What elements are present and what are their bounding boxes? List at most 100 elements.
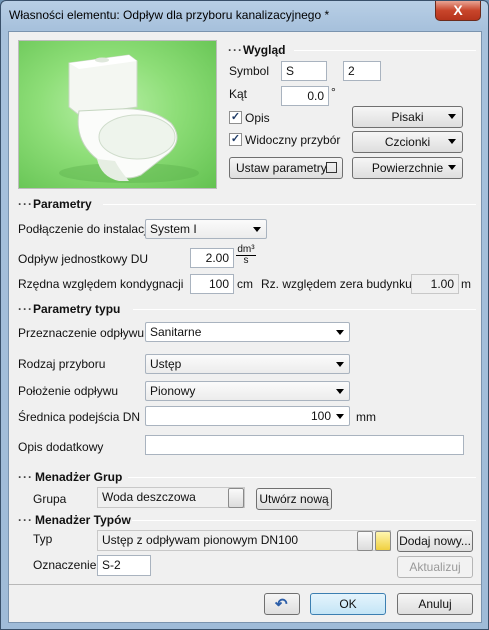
podlaczenie-label: Podłączenie do instalacji bbox=[18, 222, 150, 236]
section-title: Parametry bbox=[33, 197, 92, 211]
odplyw-unit: dm³ s bbox=[236, 245, 256, 266]
srednica-unit: mm bbox=[356, 410, 376, 424]
kat-input[interactable]: 0.0 bbox=[281, 86, 329, 106]
open-dialog-icon bbox=[326, 162, 337, 173]
aktualizuj-label: Aktualizuj bbox=[409, 560, 461, 574]
pisaki-label: Pisaki bbox=[391, 110, 424, 124]
opis-dodatkowy-input[interactable] bbox=[145, 435, 464, 455]
opis-checkbox[interactable]: ✓ bbox=[229, 111, 242, 124]
podlaczenie-select[interactable]: System I bbox=[145, 219, 267, 239]
pisaki-button[interactable]: Pisaki bbox=[352, 106, 463, 128]
typ-label: Typ bbox=[33, 532, 53, 546]
rzedna-input[interactable]: 100 bbox=[190, 274, 234, 294]
type-picker-icon[interactable] bbox=[357, 531, 373, 551]
section-divider bbox=[128, 477, 476, 478]
element-preview-image bbox=[18, 40, 217, 189]
polozenie-label: Położenie odpływu bbox=[18, 384, 119, 398]
rodzaj-label: Rodzaj przyboru bbox=[18, 357, 106, 371]
grupa-value: Woda deszczowa bbox=[102, 490, 196, 504]
rodzaj-select[interactable]: Ustęp bbox=[145, 354, 350, 374]
type-edit-icon[interactable] bbox=[375, 531, 391, 551]
utworz-nowa-button[interactable]: Utwórz nową bbox=[256, 488, 332, 510]
rz-zero-value: 1.00 bbox=[411, 274, 459, 294]
czcionki-label: Czcionki bbox=[384, 135, 431, 149]
przeznaczenie-label: Przeznaczenie odpływu bbox=[18, 326, 145, 340]
kat-unit: ° bbox=[331, 85, 336, 99]
toilet-icon bbox=[59, 54, 199, 183]
section-title: Parametry typu bbox=[33, 302, 121, 316]
section-title: Menadżer Grup bbox=[35, 470, 123, 484]
przeznaczenie-select[interactable]: Sanitarne bbox=[145, 322, 350, 342]
title-bar[interactable]: Własności elementu: Odpływ dla przyboru … bbox=[1, 1, 488, 31]
srednica-value: 100 bbox=[310, 409, 331, 423]
section-parametry-typu: ··· Parametry typu bbox=[18, 302, 476, 316]
section-title: Wygląd bbox=[243, 43, 286, 57]
odplyw-label: Odpływ jednostkowy DU bbox=[18, 252, 149, 266]
srednica-label: Średnica podejścia DN bbox=[18, 410, 141, 424]
rz-zero-unit: m bbox=[461, 277, 471, 291]
section-dots: ··· bbox=[18, 513, 33, 527]
undo-button[interactable]: ↶ bbox=[264, 593, 300, 615]
ok-button[interactable]: OK bbox=[310, 593, 386, 615]
section-wyglad: ··· Wygląd bbox=[228, 43, 476, 57]
ustaw-parametry-button[interactable]: Ustaw parametry bbox=[229, 157, 343, 179]
section-divider bbox=[103, 204, 476, 205]
odplyw-input[interactable]: 2.00 bbox=[190, 248, 234, 268]
podlaczenie-value: System I bbox=[150, 222, 197, 236]
rodzaj-value: Ustęp bbox=[150, 357, 182, 371]
grupa-label: Grupa bbox=[33, 492, 67, 506]
ustaw-parametry-label: Ustaw parametry bbox=[236, 161, 327, 175]
aktualizuj-button[interactable]: Aktualizuj bbox=[397, 556, 473, 578]
typ-field: Ustęp z odpływam pionowym DN100 bbox=[97, 530, 391, 551]
symbol-number-input[interactable]: 2 bbox=[343, 61, 381, 81]
rz-zero-label: Rz. względem zera budynku bbox=[261, 277, 412, 291]
srednica-select[interactable]: 100 bbox=[145, 406, 350, 426]
czcionki-button[interactable]: Czcionki bbox=[352, 131, 463, 153]
powierzchnie-label: Powierzchnie bbox=[371, 161, 444, 175]
typ-value: Ustęp z odpływam pionowym DN100 bbox=[102, 533, 299, 547]
section-dots: ··· bbox=[228, 43, 243, 57]
rzedna-label: Rzędna względem kondygnacji bbox=[18, 277, 184, 291]
group-picker-icon[interactable] bbox=[228, 488, 244, 508]
kat-label: Kąt bbox=[229, 87, 248, 101]
section-title: Menadżer Typów bbox=[35, 513, 131, 527]
footer-divider bbox=[9, 584, 481, 585]
anuluj-label: Anuluj bbox=[418, 597, 452, 611]
grupa-field: Woda deszczowa bbox=[97, 487, 245, 508]
section-divider bbox=[294, 50, 476, 51]
close-button[interactable]: X bbox=[435, 1, 481, 21]
powierzchnie-button[interactable]: Powierzchnie bbox=[352, 157, 463, 179]
section-divider bbox=[133, 309, 476, 310]
oznaczenie-input[interactable]: S-2 bbox=[97, 555, 151, 576]
section-divider bbox=[132, 520, 476, 521]
dodaj-nowy-label: Dodaj nowy... bbox=[399, 534, 471, 548]
chevron-down-icon bbox=[448, 114, 456, 119]
undo-icon: ↶ bbox=[275, 596, 288, 613]
opis-label: Opis bbox=[245, 111, 270, 125]
symbol-label: Symbol bbox=[229, 64, 270, 78]
chevron-down-icon bbox=[336, 414, 344, 419]
dialog-window: Własności elementu: Odpływ dla przyboru … bbox=[0, 0, 489, 630]
chevron-down-icon bbox=[336, 362, 344, 367]
symbol-input[interactable]: S bbox=[281, 61, 327, 81]
section-menadzer-grup: ··· Menadżer Grup bbox=[18, 470, 476, 484]
anuluj-button[interactable]: Anuluj bbox=[397, 593, 473, 615]
ok-label: OK bbox=[339, 597, 357, 611]
odplyw-unit-denominator: s bbox=[243, 255, 249, 266]
oznaczenie-label: Oznaczenie bbox=[33, 558, 97, 572]
dialog-content: ··· Wygląd Symbol S 2 Kąt 0.0 ° ✓ Opis ✓… bbox=[8, 31, 482, 623]
section-parametry: ··· Parametry bbox=[18, 197, 476, 211]
widoczny-przybor-checkbox[interactable]: ✓ bbox=[229, 133, 242, 146]
polozenie-select[interactable]: Pionowy bbox=[145, 381, 350, 401]
dodaj-nowy-button[interactable]: Dodaj nowy... bbox=[397, 530, 473, 552]
chevron-down-icon bbox=[448, 165, 456, 170]
chevron-down-icon bbox=[336, 389, 344, 394]
chevron-down-icon bbox=[448, 139, 456, 144]
przeznaczenie-value: Sanitarne bbox=[150, 325, 202, 339]
opis-dodatkowy-label: Opis dodatkowy bbox=[18, 440, 104, 454]
rzedna-unit: cm bbox=[237, 277, 253, 291]
section-menadzer-typow: ··· Menadżer Typów bbox=[18, 513, 476, 527]
chevron-down-icon bbox=[253, 227, 261, 232]
window-title: Własności elementu: Odpływ dla przyboru … bbox=[9, 8, 330, 22]
polozenie-value: Pionowy bbox=[150, 384, 196, 398]
